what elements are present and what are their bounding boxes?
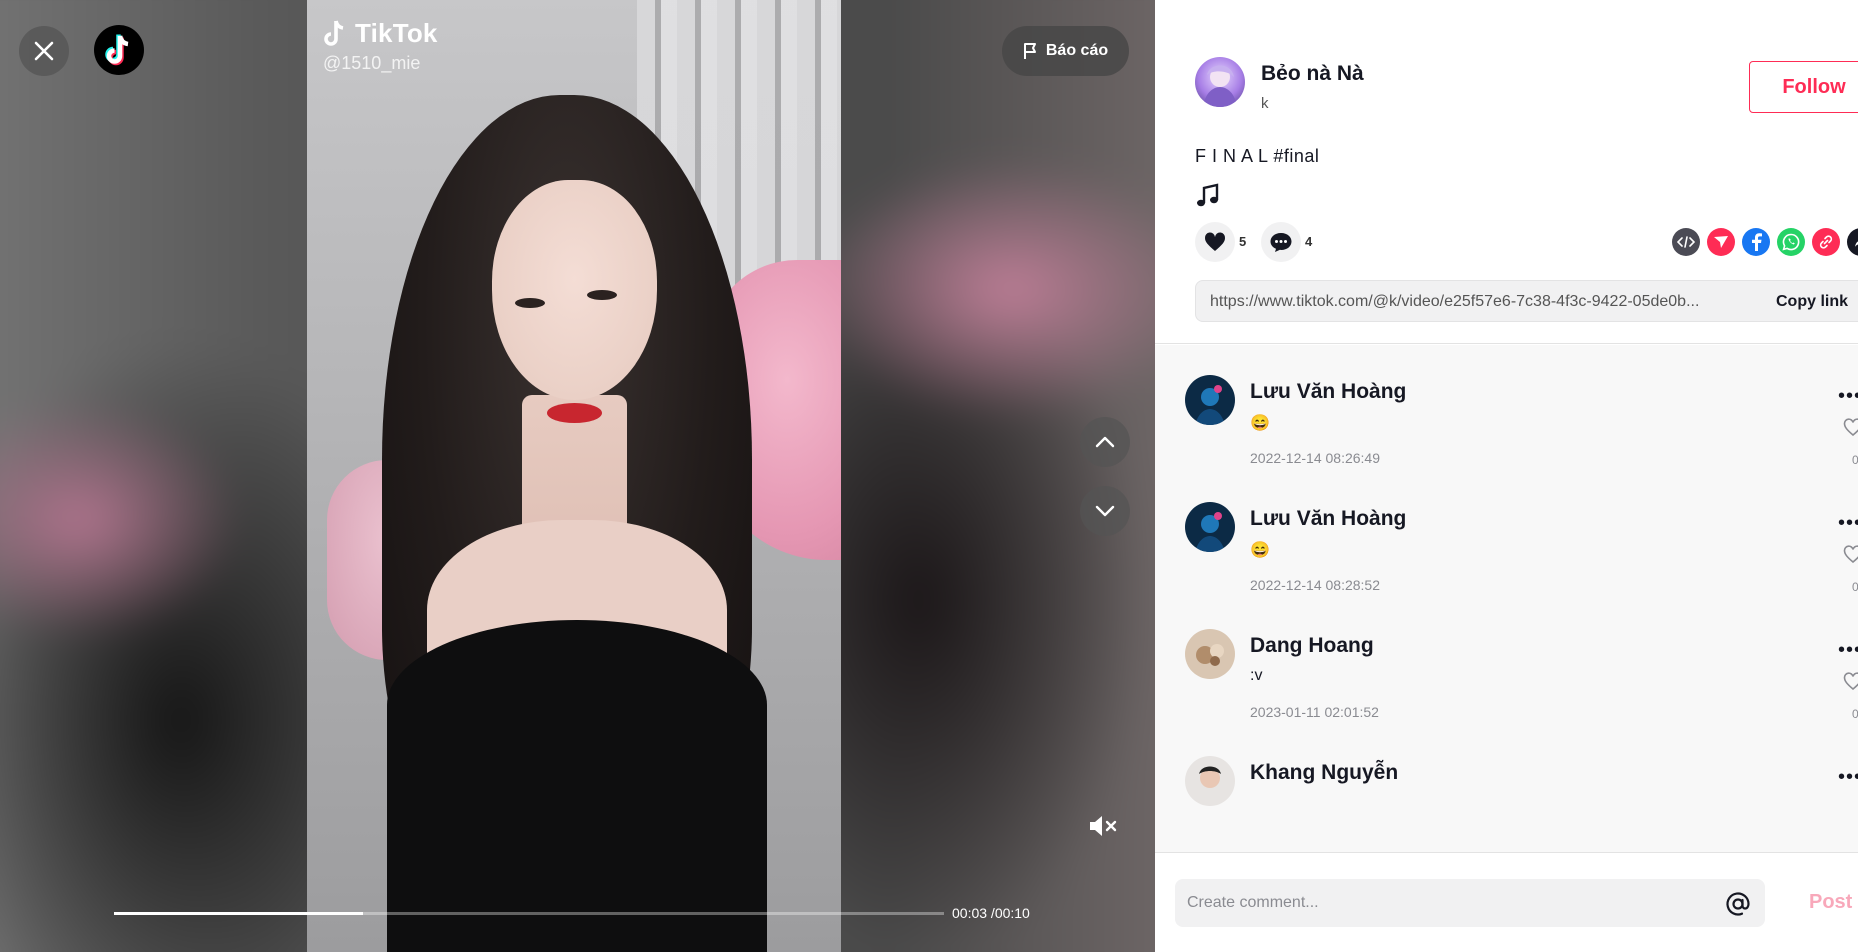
commenter-name[interactable]: Lưu Văn Hoàng xyxy=(1250,507,1406,531)
report-label: Báo cáo xyxy=(1045,42,1109,59)
whatsapp-icon xyxy=(1782,233,1800,251)
post-comment-button[interactable]: Post xyxy=(1809,891,1852,914)
more-share-button[interactable] xyxy=(1847,228,1858,256)
like-count: 5 xyxy=(1239,234,1247,249)
comment-icon xyxy=(1270,233,1292,252)
comment-text: 😄 xyxy=(1250,542,1270,559)
send-to-friends-button[interactable] xyxy=(1707,228,1735,256)
mention-at-icon[interactable] xyxy=(1725,891,1751,917)
flag-icon xyxy=(1023,43,1036,59)
author-nickname: k xyxy=(1261,95,1269,112)
video-progress-bar[interactable] xyxy=(114,912,944,915)
comment-more-icon[interactable]: ••• xyxy=(1838,766,1858,789)
comment-more-icon[interactable]: ••• xyxy=(1838,639,1858,662)
video-link-box: https://www.tiktok.com/@k/video/e25f57e6… xyxy=(1195,280,1858,322)
comment-like-heart-icon[interactable] xyxy=(1843,671,1858,691)
video-time: 00:03 /00:10 xyxy=(952,905,1030,921)
tiktok-note-icon xyxy=(324,20,344,46)
comment-button[interactable] xyxy=(1261,222,1301,262)
comment-date: 2022-12-14 08:28:52 xyxy=(1250,577,1380,593)
watermark-brand: TikTok xyxy=(355,18,438,48)
commenter-avatar[interactable] xyxy=(1185,756,1235,806)
watermark-username: @1510_mie xyxy=(323,53,421,73)
mute-button[interactable] xyxy=(1085,808,1121,844)
speaker-muted-icon xyxy=(1090,816,1117,836)
music-note-icon[interactable] xyxy=(1195,183,1221,209)
comment-date: 2022-12-14 08:26:49 xyxy=(1250,450,1380,466)
comment-more-icon[interactable]: ••• xyxy=(1838,385,1858,408)
whatsapp-share-button[interactable] xyxy=(1777,228,1805,256)
author-name[interactable]: Bẻo nà Nà xyxy=(1261,62,1364,86)
chevron-down-icon xyxy=(1095,505,1115,517)
video-player[interactable]: TikTok @1510_mie Báo cáo 00:03 /00:10 xyxy=(0,0,1155,952)
like-button[interactable] xyxy=(1195,222,1235,262)
tiktok-video-viewer: TikTok @1510_mie Báo cáo 00:03 /00:10 Bẻ… xyxy=(0,0,1858,952)
copy-link-button[interactable]: Copy link xyxy=(1776,293,1848,311)
commenter-avatar[interactable] xyxy=(1185,629,1235,679)
next-video-button[interactable] xyxy=(1080,486,1130,536)
comment-like-heart-icon[interactable] xyxy=(1843,417,1858,437)
tiktok-logo-icon xyxy=(105,34,129,66)
comment-like-heart-icon[interactable] xyxy=(1843,544,1858,564)
comment-count: 4 xyxy=(1305,234,1313,249)
post-info: Bẻo nà Nà k Follow F I N A L #final 5 4 … xyxy=(1155,0,1858,344)
embed-share-button[interactable] xyxy=(1672,228,1700,256)
facebook-share-button[interactable] xyxy=(1742,228,1770,256)
video-watermark: TikTok @1510_mie xyxy=(323,18,438,74)
video-link-text[interactable]: https://www.tiktok.com/@k/video/e25f57e6… xyxy=(1210,293,1755,311)
comment-more-icon[interactable]: ••• xyxy=(1838,512,1858,535)
comment-list[interactable]: Lưu Văn Hoàng 😄 2022-12-14 08:26:49 ••• … xyxy=(1155,345,1858,852)
previous-video-button[interactable] xyxy=(1080,417,1130,467)
heart-icon xyxy=(1204,232,1226,251)
report-button[interactable]: Báo cáo xyxy=(1002,26,1129,76)
comment-item: Khang Nguyễn ••• xyxy=(1155,726,1858,852)
video-info-panel: Bẻo nà Nà k Follow F I N A L #final 5 4 … xyxy=(1155,0,1858,952)
commenter-name[interactable]: Lưu Văn Hoàng xyxy=(1250,380,1406,404)
video-progress-fill xyxy=(114,912,363,915)
share-arrow-icon xyxy=(1855,241,1858,247)
paper-plane-icon xyxy=(1714,236,1728,248)
link-icon xyxy=(1819,235,1833,249)
chevron-up-icon xyxy=(1095,436,1115,448)
comment-input[interactable] xyxy=(1175,879,1765,927)
close-button[interactable] xyxy=(19,26,69,76)
video-caption: F I N A L #final xyxy=(1195,146,1320,166)
comment-like-count: 0 xyxy=(1852,453,1858,467)
copy-link-share-button[interactable] xyxy=(1812,228,1840,256)
comment-composer: Post xyxy=(1155,852,1858,952)
follow-button[interactable]: Follow xyxy=(1749,61,1858,113)
comment-text: :v xyxy=(1250,667,1263,684)
close-icon xyxy=(34,41,54,61)
embed-code-icon xyxy=(1677,236,1695,248)
video-frame[interactable] xyxy=(307,0,841,952)
commenter-avatar[interactable] xyxy=(1185,502,1235,552)
tiktok-logo[interactable] xyxy=(94,25,144,75)
commenter-avatar[interactable] xyxy=(1185,375,1235,425)
comment-like-count: 0 xyxy=(1852,707,1858,721)
commenter-name[interactable]: Dang Hoang xyxy=(1250,634,1374,658)
author-avatar[interactable] xyxy=(1195,57,1245,107)
comment-date: 2023-01-11 02:01:52 xyxy=(1250,704,1379,720)
comment-text: 😄 xyxy=(1250,415,1270,432)
facebook-icon xyxy=(1752,233,1762,251)
commenter-name[interactable]: Khang Nguyễn xyxy=(1250,761,1398,785)
comment-like-count: 0 xyxy=(1852,580,1858,594)
